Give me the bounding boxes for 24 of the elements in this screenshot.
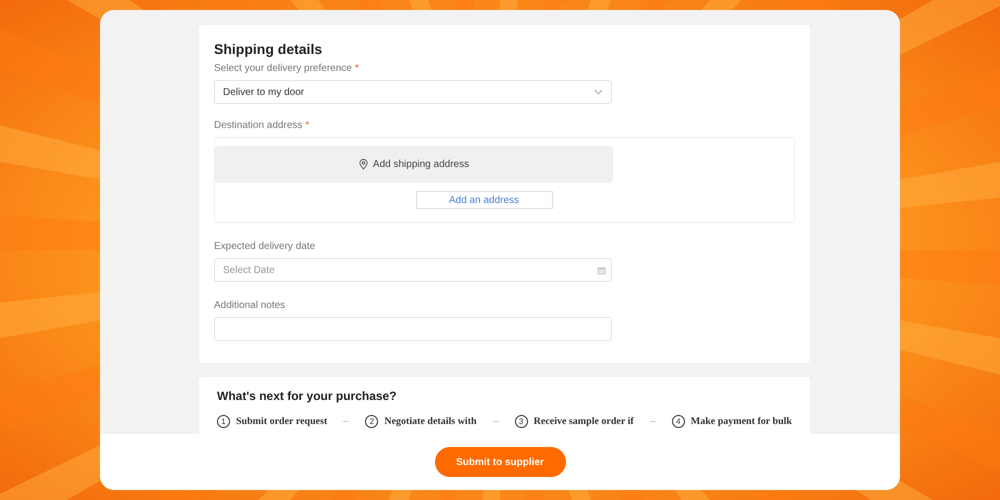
delivery-select[interactable]: Deliver to my door (214, 80, 612, 104)
step-number: 1 (217, 415, 230, 428)
add-address-area[interactable]: Add shipping address (215, 146, 613, 183)
field-label: Expected delivery date (214, 241, 316, 252)
step-text: Receive sample order if (534, 416, 634, 427)
notes-field[interactable] (214, 317, 612, 341)
add-address-prompt: Add shipping address (372, 159, 470, 170)
section-title: What's next for your purchase? (217, 389, 398, 403)
step-text: Negotiate details with (384, 416, 477, 427)
field-label: Select your delivery preference (214, 63, 352, 74)
step-number: 4 (672, 415, 685, 428)
required-mark: * (354, 63, 359, 74)
add-address-button[interactable]: Add an address (416, 191, 552, 209)
required-mark: * (305, 120, 310, 131)
section-title: Shipping details (214, 41, 324, 57)
step-text: Submit order request (236, 416, 328, 427)
step-number: 3 (514, 415, 528, 428)
step-number: 2 (365, 415, 378, 428)
chevron-down-icon (594, 89, 603, 95)
location-pin-icon (358, 159, 368, 170)
field-label: Destination address (214, 120, 302, 131)
date-field[interactable]: Select Date (214, 258, 612, 282)
field-label: Additional notes (214, 300, 286, 311)
step-text: Make payment for bulk (690, 416, 792, 427)
